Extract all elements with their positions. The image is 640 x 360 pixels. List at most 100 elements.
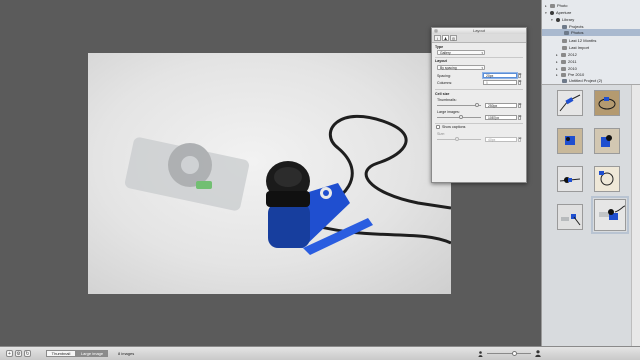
folder-icon (561, 52, 566, 57)
show-captions-label: Show captions (442, 125, 466, 129)
large-images-stepper[interactable]: ▴▾ (518, 115, 522, 120)
tree-item-last-import[interactable]: Last Import (562, 44, 589, 51)
show-captions-checkbox[interactable] (436, 125, 440, 129)
columns-stepper[interactable]: ▴▾ (518, 80, 522, 85)
layout-select[interactable]: By spacing ▾ (437, 65, 485, 70)
photos-icon (564, 30, 569, 35)
spacing-label: Spacing: (437, 74, 451, 78)
mode-thumbnail-button[interactable]: Thumbnail (46, 350, 76, 357)
type-select[interactable]: Gallery ▾ (437, 50, 485, 55)
earphone-thumb-image (559, 177, 581, 183)
gear-icon[interactable]: ⚙ (15, 350, 22, 357)
tree-item-2012[interactable]: ▸ 2012 (556, 51, 577, 58)
earphone-thumb-image (561, 214, 581, 226)
tree-item-label: Photos (571, 30, 584, 35)
tab-web[interactable]: ◎ (450, 35, 457, 41)
thumbnail-grid (542, 85, 640, 346)
size-slider-knob[interactable] (454, 137, 459, 141)
thumbnail[interactable] (557, 90, 583, 116)
chevron-down-icon: ▾ (481, 51, 483, 55)
tree-item-photos[interactable]: Photos (542, 29, 640, 36)
size-slider[interactable] (437, 139, 481, 140)
library-tree: ▸ Photo ▾ Aperture ▾ Library Projects Photo… (542, 0, 640, 85)
panel-tab-bar: i ♟ ◎ (432, 34, 526, 43)
thumbnails-slider[interactable] (437, 105, 481, 106)
large-images-label: Large images: (437, 110, 460, 114)
large-images-field[interactable]: 1087px (485, 115, 517, 120)
size-field[interactable]: 40px (485, 137, 517, 142)
tree-item-last-12-months[interactable]: Last 12 Months (562, 37, 596, 44)
add-button[interactable]: + (6, 350, 13, 357)
divider (435, 89, 523, 90)
thumbnail[interactable] (557, 166, 583, 192)
earphone-thumb-image (599, 171, 614, 186)
project-icon (562, 78, 567, 83)
zoom-slider[interactable] (487, 353, 531, 354)
bottom-toolbar: + ⚙ ↻ Thumbnail Large image 8 images (0, 346, 640, 360)
close-icon[interactable]: × (434, 29, 438, 33)
tree-item-2011[interactable]: ▸ 2011 (556, 58, 577, 65)
tree-item-label: Aperture (556, 10, 572, 15)
layout-heading: Layout (435, 59, 447, 63)
tree-item-label: Photo (557, 3, 568, 8)
person-small-icon (478, 351, 483, 357)
spacing-field[interactable]: 20px (483, 73, 517, 78)
thumbnail[interactable] (594, 166, 620, 192)
thumbnail-selected[interactable] (591, 196, 629, 234)
main-photo[interactable] (88, 53, 451, 294)
earphone-thumb-image (565, 136, 575, 145)
layout-select-value: By spacing (440, 66, 457, 70)
tree-item-label: 2012 (568, 52, 577, 57)
tree-item-label: 2011 (568, 59, 577, 64)
tab-layout[interactable]: ♟ (442, 35, 449, 41)
type-heading: Type (435, 45, 444, 49)
thumbnail[interactable] (557, 128, 583, 154)
earphone-thumb-image (601, 135, 612, 147)
library-icon (556, 17, 560, 22)
chevron-down-icon: ▾ (481, 66, 483, 70)
thumbnails-label: Thumbnails: (437, 98, 457, 102)
thumbnail[interactable] (594, 128, 620, 154)
tree-item-label: Last 12 Months (569, 38, 597, 43)
tree-item-library[interactable]: ▾ Library (551, 16, 574, 23)
layout-panel: Layout × i ♟ ◎ Type Gallery ▾ Layout By … (431, 27, 527, 183)
thumbnail[interactable] (557, 204, 583, 230)
earphone-thumb-image (598, 97, 616, 110)
thumbnail[interactable] (594, 90, 620, 116)
sidebar-scrollbar[interactable] (631, 85, 640, 346)
divider (435, 57, 523, 58)
mode-large-image-button[interactable]: Large image (76, 350, 108, 357)
tree-item-untitled-project[interactable]: Untitled Project (2) (562, 77, 602, 84)
columns-field[interactable]: 5 (483, 80, 517, 85)
tree-item-label: Last Import (569, 45, 590, 50)
calendar-icon (562, 38, 567, 43)
tree-item-label: Untitled Project (2) (569, 78, 603, 83)
earphone-thumb-image (599, 205, 625, 220)
thumbnails-stepper[interactable]: ▴▾ (518, 103, 522, 108)
spacing-stepper[interactable]: ▴▾ (518, 73, 522, 78)
thumbnails-slider-knob[interactable] (475, 103, 480, 107)
tree-item-photo[interactable]: ▸ Photo (545, 2, 567, 9)
zoom-slider-knob[interactable] (511, 351, 517, 356)
tab-info[interactable]: i (434, 35, 441, 41)
size-label: Size: (437, 132, 445, 136)
earphone-thumb-image (559, 94, 581, 112)
image-count: 8 images (118, 351, 135, 356)
tree-item-label: Library (562, 17, 575, 22)
photo-icon (550, 3, 555, 8)
person-large-icon (535, 350, 541, 357)
tree-item-aperture[interactable]: ▾ Aperture (545, 9, 571, 16)
aperture-icon (550, 10, 554, 15)
earphone-photo (124, 114, 451, 255)
large-images-slider-knob[interactable] (459, 115, 464, 119)
divider (435, 123, 523, 124)
type-select-value: Gallery (440, 51, 451, 55)
folder-icon (561, 59, 566, 64)
sidebar: ▸ Photo ▾ Aperture ▾ Library Projects Photo… (541, 0, 640, 346)
cell-size-heading: Cell size (435, 92, 450, 96)
columns-label: Columns: (437, 81, 453, 85)
size-stepper[interactable]: ▴▾ (518, 137, 522, 142)
thumbnails-field[interactable]: 250px (485, 103, 517, 108)
import-icon (562, 45, 567, 50)
refresh-icon[interactable]: ↻ (24, 350, 31, 357)
